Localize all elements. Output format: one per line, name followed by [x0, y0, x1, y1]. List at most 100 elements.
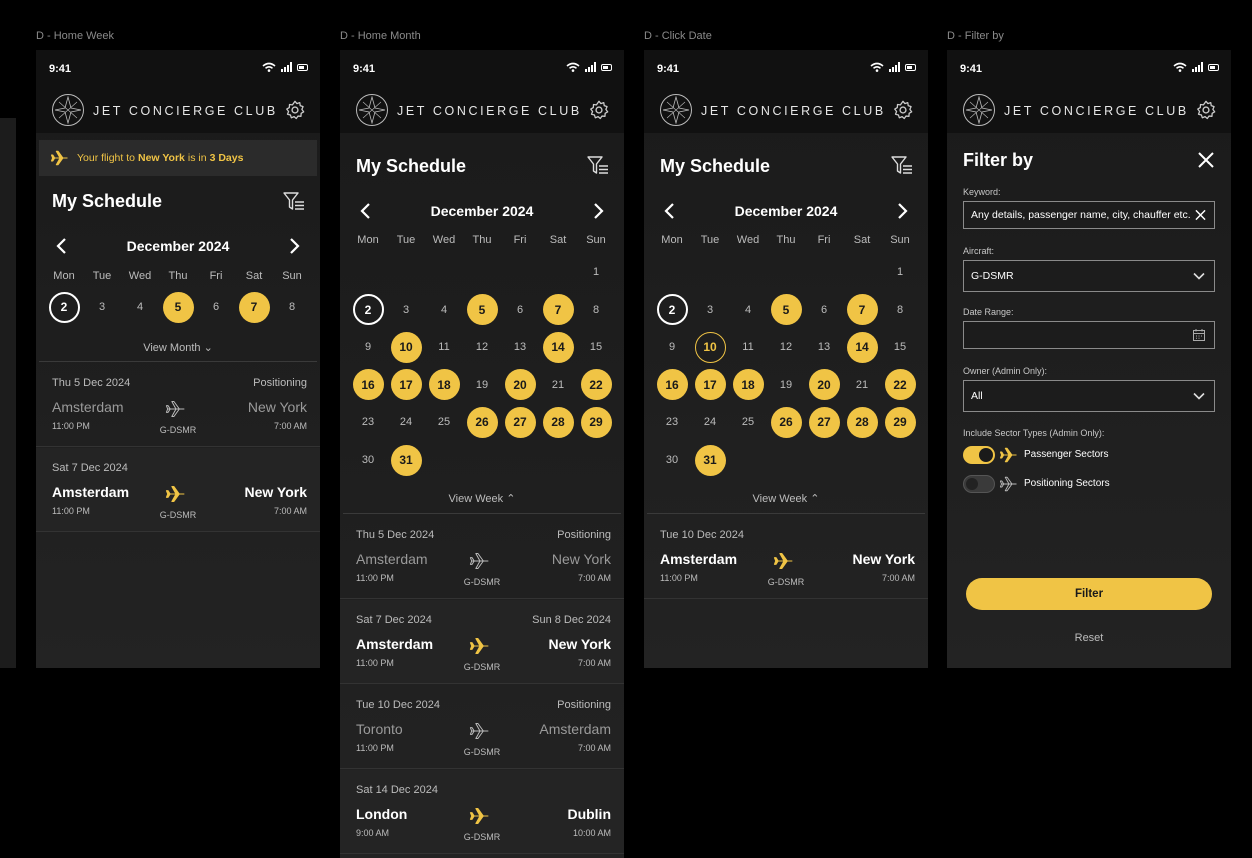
- calendar-day[interactable]: 29: [577, 403, 615, 441]
- upcoming-flight-banner[interactable]: Your flight to New York is in 3 Days: [39, 140, 317, 176]
- calendar-day[interactable]: 7: [539, 291, 577, 329]
- calendar-day[interactable]: 4: [425, 291, 463, 329]
- flight-card[interactable]: Sat 7 Dec 2024 Amsterdam New York 11:00 PM 7…: [36, 448, 320, 532]
- calendar-day[interactable]: 3: [691, 291, 729, 329]
- flight-card[interactable]: Thu 5 Dec 2024 Positioning Amsterdam New Yo…: [340, 515, 624, 599]
- calendar-day[interactable]: 3: [387, 291, 425, 329]
- flight-card[interactable]: Tue 10 Dec 2024 Positioning Toronto Amsterd…: [340, 685, 624, 769]
- calendar-day[interactable]: 6: [805, 291, 843, 329]
- calendar-day[interactable]: 7: [843, 291, 881, 329]
- calendar-day[interactable]: 25: [729, 403, 767, 441]
- chevron-right-icon[interactable]: [588, 201, 608, 221]
- calendar-day[interactable]: 21: [539, 366, 577, 404]
- calendar-day[interactable]: 8: [881, 291, 919, 329]
- calendar-day[interactable]: 15: [881, 328, 919, 366]
- calendar-day[interactable]: 3: [83, 288, 121, 326]
- close-icon[interactable]: [1197, 151, 1215, 169]
- calendar-day[interactable]: 17: [387, 366, 425, 404]
- calendar-day[interactable]: 5: [767, 291, 805, 329]
- calendar-day[interactable]: 23: [349, 403, 387, 441]
- calendar-day[interactable]: 7: [235, 288, 273, 326]
- calendar-day[interactable]: 11: [729, 328, 767, 366]
- calendar-day[interactable]: 11: [425, 328, 463, 366]
- calendar-day[interactable]: 26: [463, 403, 501, 441]
- calendar-day[interactable]: 21: [843, 366, 881, 404]
- calendar-day[interactable]: 4: [729, 291, 767, 329]
- calendar-day[interactable]: 27: [501, 403, 539, 441]
- calendar-day[interactable]: 14: [539, 328, 577, 366]
- settings-gear-icon[interactable]: [284, 99, 306, 121]
- calendar-day[interactable]: 16: [349, 366, 387, 404]
- reset-link[interactable]: Reset: [947, 632, 1231, 644]
- calendar-day[interactable]: 8: [273, 288, 311, 326]
- filter-icon[interactable]: [586, 155, 610, 177]
- owner-select[interactable]: All: [963, 380, 1215, 412]
- calendar-day[interactable]: 12: [767, 328, 805, 366]
- aircraft-select[interactable]: G-DSMR: [963, 260, 1215, 292]
- calendar-day[interactable]: 22: [577, 366, 615, 404]
- calendar-day[interactable]: 30: [349, 441, 387, 479]
- calendar-day[interactable]: 15: [577, 328, 615, 366]
- clear-icon[interactable]: [1195, 209, 1206, 221]
- calendar-day[interactable]: 1: [881, 253, 919, 291]
- view-month-toggle[interactable]: View Month ⌄: [36, 341, 320, 354]
- calendar-day[interactable]: 25: [425, 403, 463, 441]
- calendar-day[interactable]: 10: [387, 328, 425, 366]
- calendar-day[interactable]: 28: [843, 403, 881, 441]
- calendar-day[interactable]: 18: [729, 366, 767, 404]
- flight-card[interactable]: Sat 14 Dec 2024 London Dublin 9:00 AM 10:00 …: [340, 770, 624, 854]
- calendar-day[interactable]: 20: [805, 366, 843, 404]
- filter-button[interactable]: Filter: [966, 578, 1212, 610]
- calendar-day[interactable]: 30: [653, 441, 691, 479]
- calendar-day[interactable]: 8: [577, 291, 615, 329]
- settings-gear-icon[interactable]: [892, 99, 914, 121]
- calendar-day[interactable]: 28: [539, 403, 577, 441]
- calendar-day[interactable]: 19: [463, 366, 501, 404]
- calendar-day[interactable]: 9: [653, 328, 691, 366]
- calendar-day[interactable]: 23: [653, 403, 691, 441]
- calendar-day[interactable]: 29: [881, 403, 919, 441]
- flight-card[interactable]: Thu 5 Dec 2024 Positioning Amsterdam New Yo…: [36, 363, 320, 447]
- passenger-sectors-toggle[interactable]: [963, 446, 995, 464]
- chevron-right-icon[interactable]: [892, 201, 912, 221]
- date-range-input[interactable]: [963, 321, 1215, 349]
- flight-card[interactable]: Sat 7 Dec 2024 Sun 8 Dec 2024 Amsterdam New…: [340, 600, 624, 684]
- calendar-day[interactable]: 10: [691, 328, 729, 366]
- calendar-day[interactable]: 27: [805, 403, 843, 441]
- calendar-day[interactable]: 26: [767, 403, 805, 441]
- flight-card[interactable]: Tue 10 Dec 2024 Amsterdam New York 11:00 PM…: [644, 515, 928, 599]
- calendar-day[interactable]: 19: [767, 366, 805, 404]
- calendar-day[interactable]: 2: [349, 291, 387, 329]
- calendar-day[interactable]: 16: [653, 366, 691, 404]
- settings-gear-icon[interactable]: [1195, 99, 1217, 121]
- calendar-day[interactable]: 24: [691, 403, 729, 441]
- calendar-day[interactable]: 4: [121, 288, 159, 326]
- calendar-day[interactable]: 24: [387, 403, 425, 441]
- calendar-day[interactable]: 17: [691, 366, 729, 404]
- calendar-day[interactable]: 12: [463, 328, 501, 366]
- view-week-toggle[interactable]: View Week ⌃: [644, 492, 928, 505]
- calendar-icon[interactable]: [1192, 328, 1206, 342]
- calendar-day[interactable]: 13: [805, 328, 843, 366]
- view-week-toggle[interactable]: View Week ⌃: [340, 492, 624, 505]
- calendar-day[interactable]: 6: [501, 291, 539, 329]
- keyword-input[interactable]: Any details, passenger name, city, chauf…: [963, 201, 1215, 229]
- calendar-day[interactable]: 14: [843, 328, 881, 366]
- settings-gear-icon[interactable]: [588, 99, 610, 121]
- calendar-day[interactable]: 2: [653, 291, 691, 329]
- calendar-day[interactable]: 31: [691, 441, 729, 479]
- calendar-day[interactable]: 1: [577, 253, 615, 291]
- calendar-day[interactable]: 6: [197, 288, 235, 326]
- calendar-day[interactable]: 5: [463, 291, 501, 329]
- positioning-sectors-toggle[interactable]: [963, 475, 995, 493]
- calendar-day[interactable]: 22: [881, 366, 919, 404]
- filter-icon[interactable]: [890, 155, 914, 177]
- chevron-right-icon[interactable]: [284, 236, 304, 256]
- calendar-day[interactable]: 5: [159, 288, 197, 326]
- calendar-day[interactable]: 31: [387, 441, 425, 479]
- calendar-day[interactable]: 13: [501, 328, 539, 366]
- calendar-day[interactable]: 20: [501, 366, 539, 404]
- calendar-day[interactable]: 2: [45, 288, 83, 326]
- filter-icon[interactable]: [282, 191, 306, 213]
- calendar-day[interactable]: 9: [349, 328, 387, 366]
